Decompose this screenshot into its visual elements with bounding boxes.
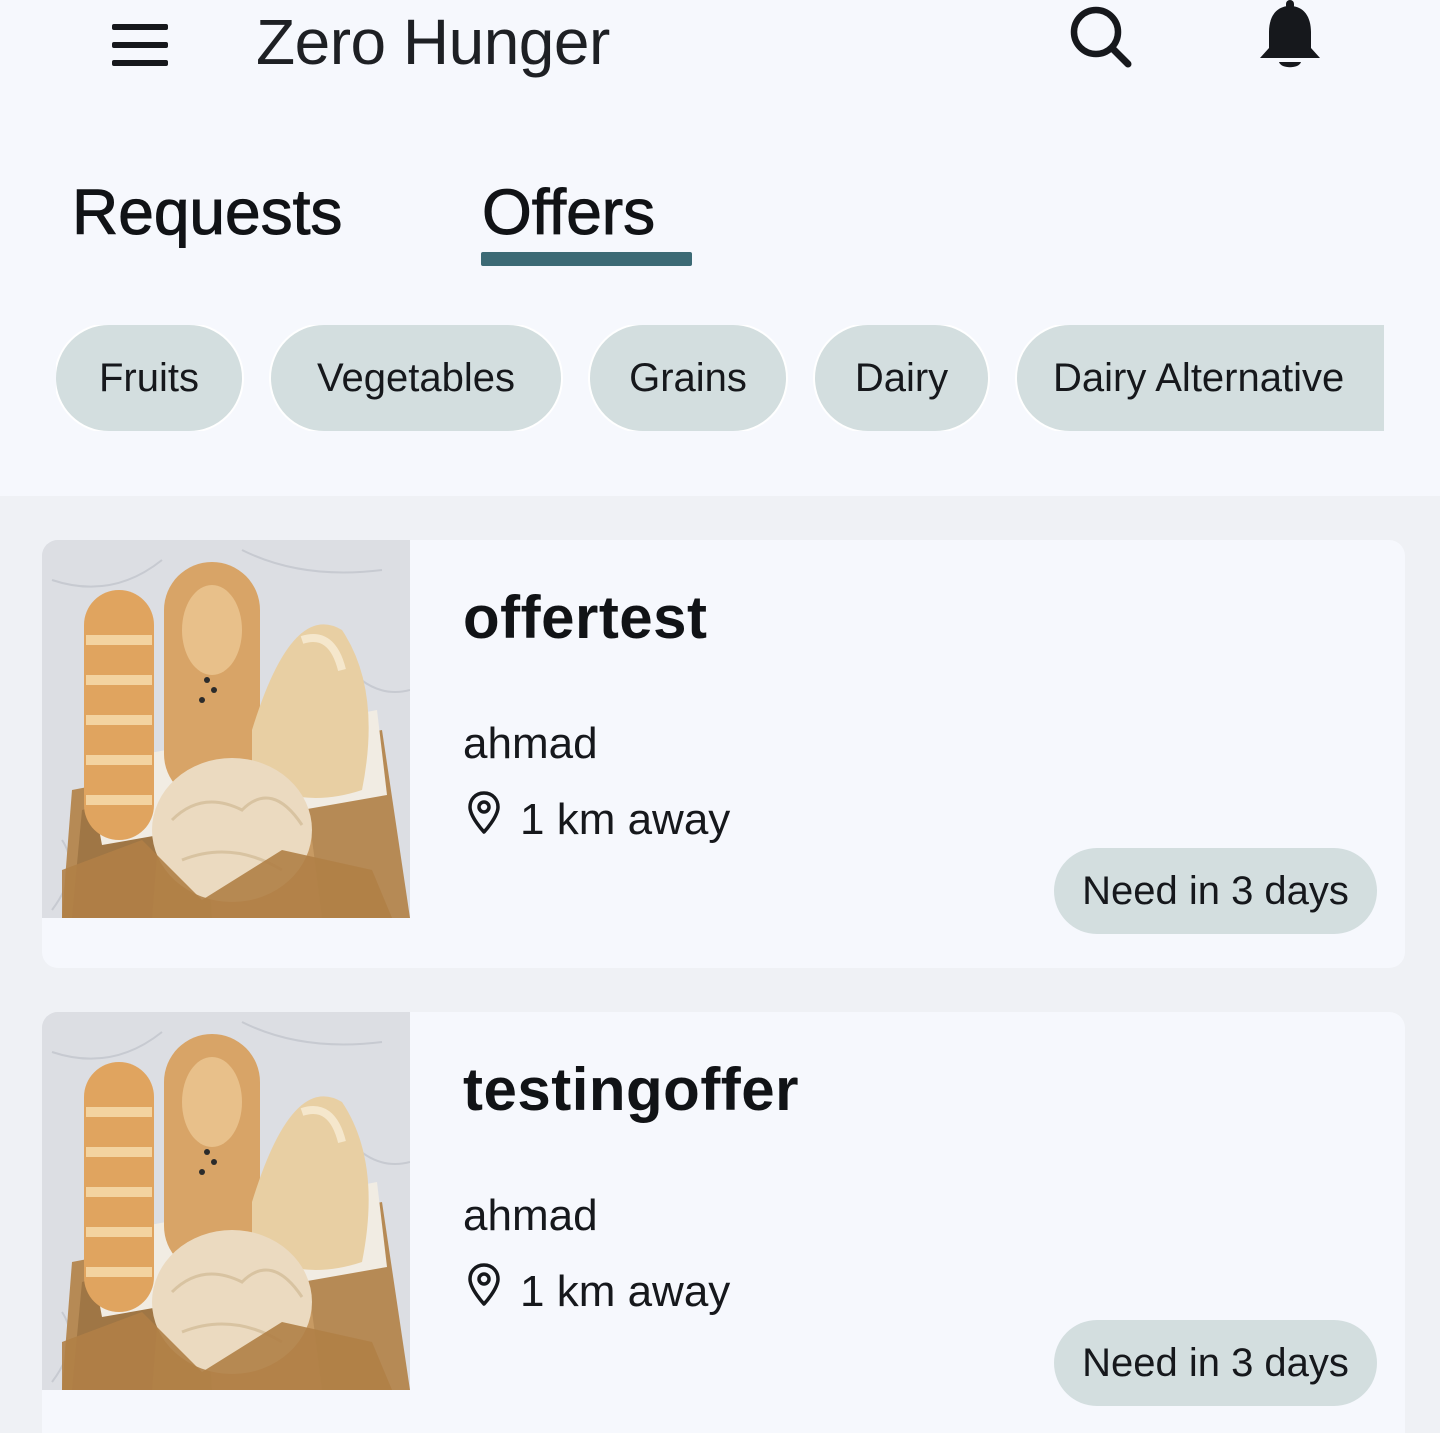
- offer-title: offertest: [463, 584, 708, 651]
- chip-dairy-alternative[interactable]: Dairy Alternative: [1017, 325, 1384, 431]
- chip-dairy[interactable]: Dairy: [815, 325, 988, 431]
- chip-vegetables[interactable]: Vegetables: [271, 325, 561, 431]
- offer-title: testingoffer: [463, 1056, 799, 1123]
- offer-user: ahmad: [463, 1191, 598, 1240]
- offer-card[interactable]: offertest ahmad 1 km away Need in 3 days: [42, 540, 1405, 968]
- chip-fruits[interactable]: Fruits: [56, 325, 242, 431]
- map-pin-icon: [466, 790, 502, 836]
- search-icon[interactable]: [1064, 0, 1140, 76]
- offers-list: offertest ahmad 1 km away Need in 3 days: [0, 496, 1440, 1433]
- bread-basket-image: [42, 1012, 410, 1390]
- offer-card[interactable]: testingoffer ahmad 1 km away Need in 3 d…: [42, 1012, 1405, 1433]
- chip-grains[interactable]: Grains: [590, 325, 786, 431]
- offer-user: ahmad: [463, 719, 598, 768]
- tab-requests[interactable]: Requests: [71, 174, 342, 250]
- offer-distance: 1 km away: [520, 795, 731, 844]
- offer-distance: 1 km away: [520, 1267, 731, 1316]
- bell-icon[interactable]: [1252, 0, 1328, 76]
- map-pin-icon: [466, 1262, 502, 1308]
- need-badge: Need in 3 days: [1054, 848, 1377, 934]
- app-title: Zero Hunger: [256, 6, 610, 78]
- tab-selected-indicator: [481, 252, 692, 266]
- category-chip-row: Fruits Vegetables Grains Dairy Dairy Alt…: [56, 325, 1384, 431]
- app-screen: Zero Hunger Requests Offers Fruits Veget…: [0, 0, 1440, 1433]
- need-badge: Need in 3 days: [1054, 1320, 1377, 1406]
- top-app-bar: Zero Hunger: [0, 0, 1440, 100]
- bread-basket-image: [42, 540, 410, 918]
- tab-offers[interactable]: Offers: [481, 174, 655, 250]
- hamburger-menu-icon[interactable]: [108, 12, 172, 68]
